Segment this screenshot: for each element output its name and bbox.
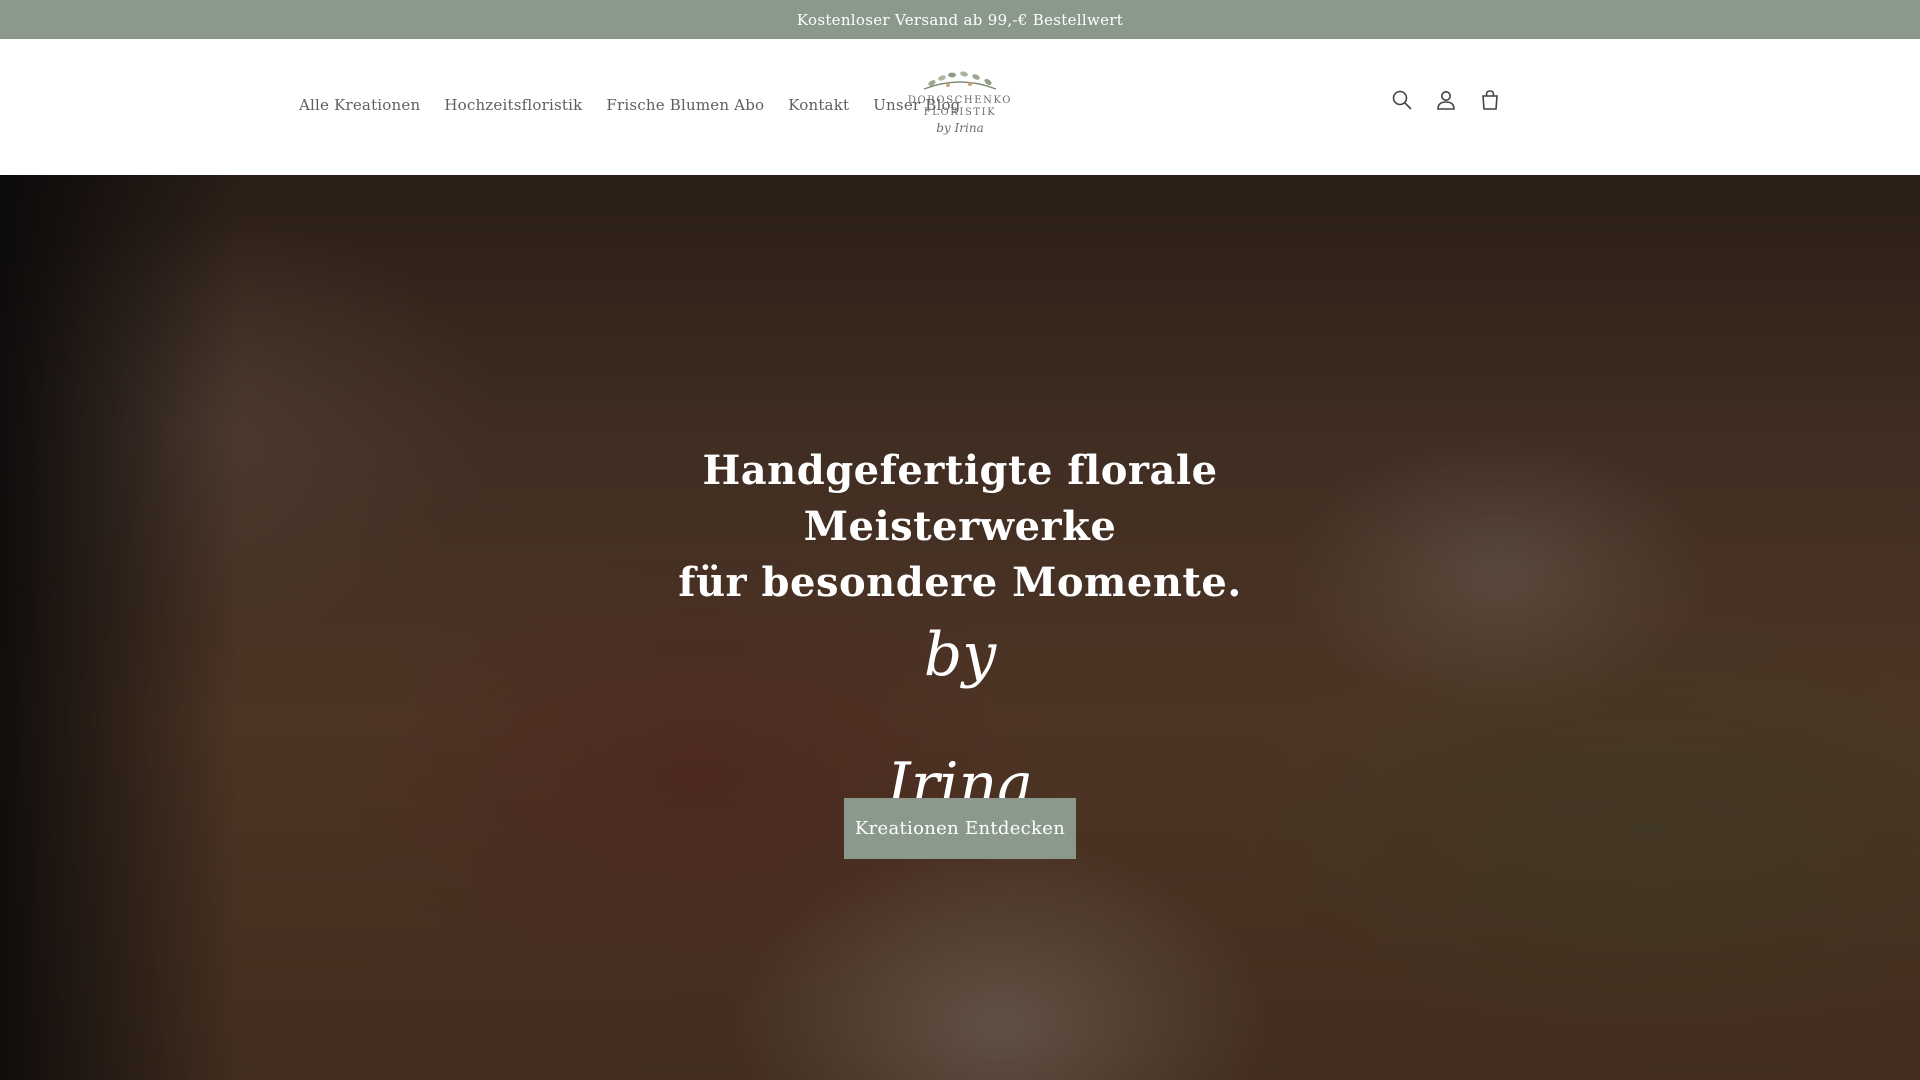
logo-text-brand: DOROSCHENKO bbox=[907, 95, 1013, 106]
site-logo[interactable]: DOROSCHENKO FLORISTIK by Irina bbox=[904, 69, 1016, 153]
search-icon[interactable] bbox=[1389, 87, 1415, 113]
logo-text-signature: by Irina bbox=[936, 121, 984, 135]
cart-icon[interactable] bbox=[1477, 87, 1503, 113]
account-icon[interactable] bbox=[1433, 87, 1459, 113]
site-header: Alle Kreationen Hochzeitsfloristik Frisc… bbox=[0, 39, 1920, 175]
hero-title: Handgefertigte florale Meisterwerke für … bbox=[560, 443, 1360, 611]
main-nav: Alle Kreationen Hochzeitsfloristik Frisc… bbox=[299, 39, 985, 175]
hero-signature: by Irina bbox=[887, 620, 1033, 820]
header-icons bbox=[1389, 87, 1503, 113]
nav-item-alle-kreationen[interactable]: Alle Kreationen bbox=[299, 96, 420, 118]
announcement-text: Kostenloser Versand ab 99,-€ Bestellwert bbox=[796, 10, 1124, 29]
hero-title-line1: Handgefertigte florale Meisterwerke bbox=[702, 447, 1218, 550]
hero-section: Handgefertigte florale Meisterwerke für … bbox=[0, 175, 1920, 1080]
nav-item-kontakt[interactable]: Kontakt bbox=[788, 96, 849, 118]
logo-text-floristik: FLORISTIK bbox=[923, 107, 997, 118]
discover-creations-button[interactable]: Kreationen Entdecken bbox=[844, 798, 1076, 859]
nav-item-hochzeitsfloristik[interactable]: Hochzeitsfloristik bbox=[444, 96, 582, 118]
announcement-bar: Kostenloser Versand ab 99,-€ Bestellwert bbox=[0, 0, 1920, 39]
logo-leaves-icon bbox=[923, 71, 997, 90]
nav-item-frische-blumen-abo[interactable]: Frische Blumen Abo bbox=[606, 96, 764, 118]
